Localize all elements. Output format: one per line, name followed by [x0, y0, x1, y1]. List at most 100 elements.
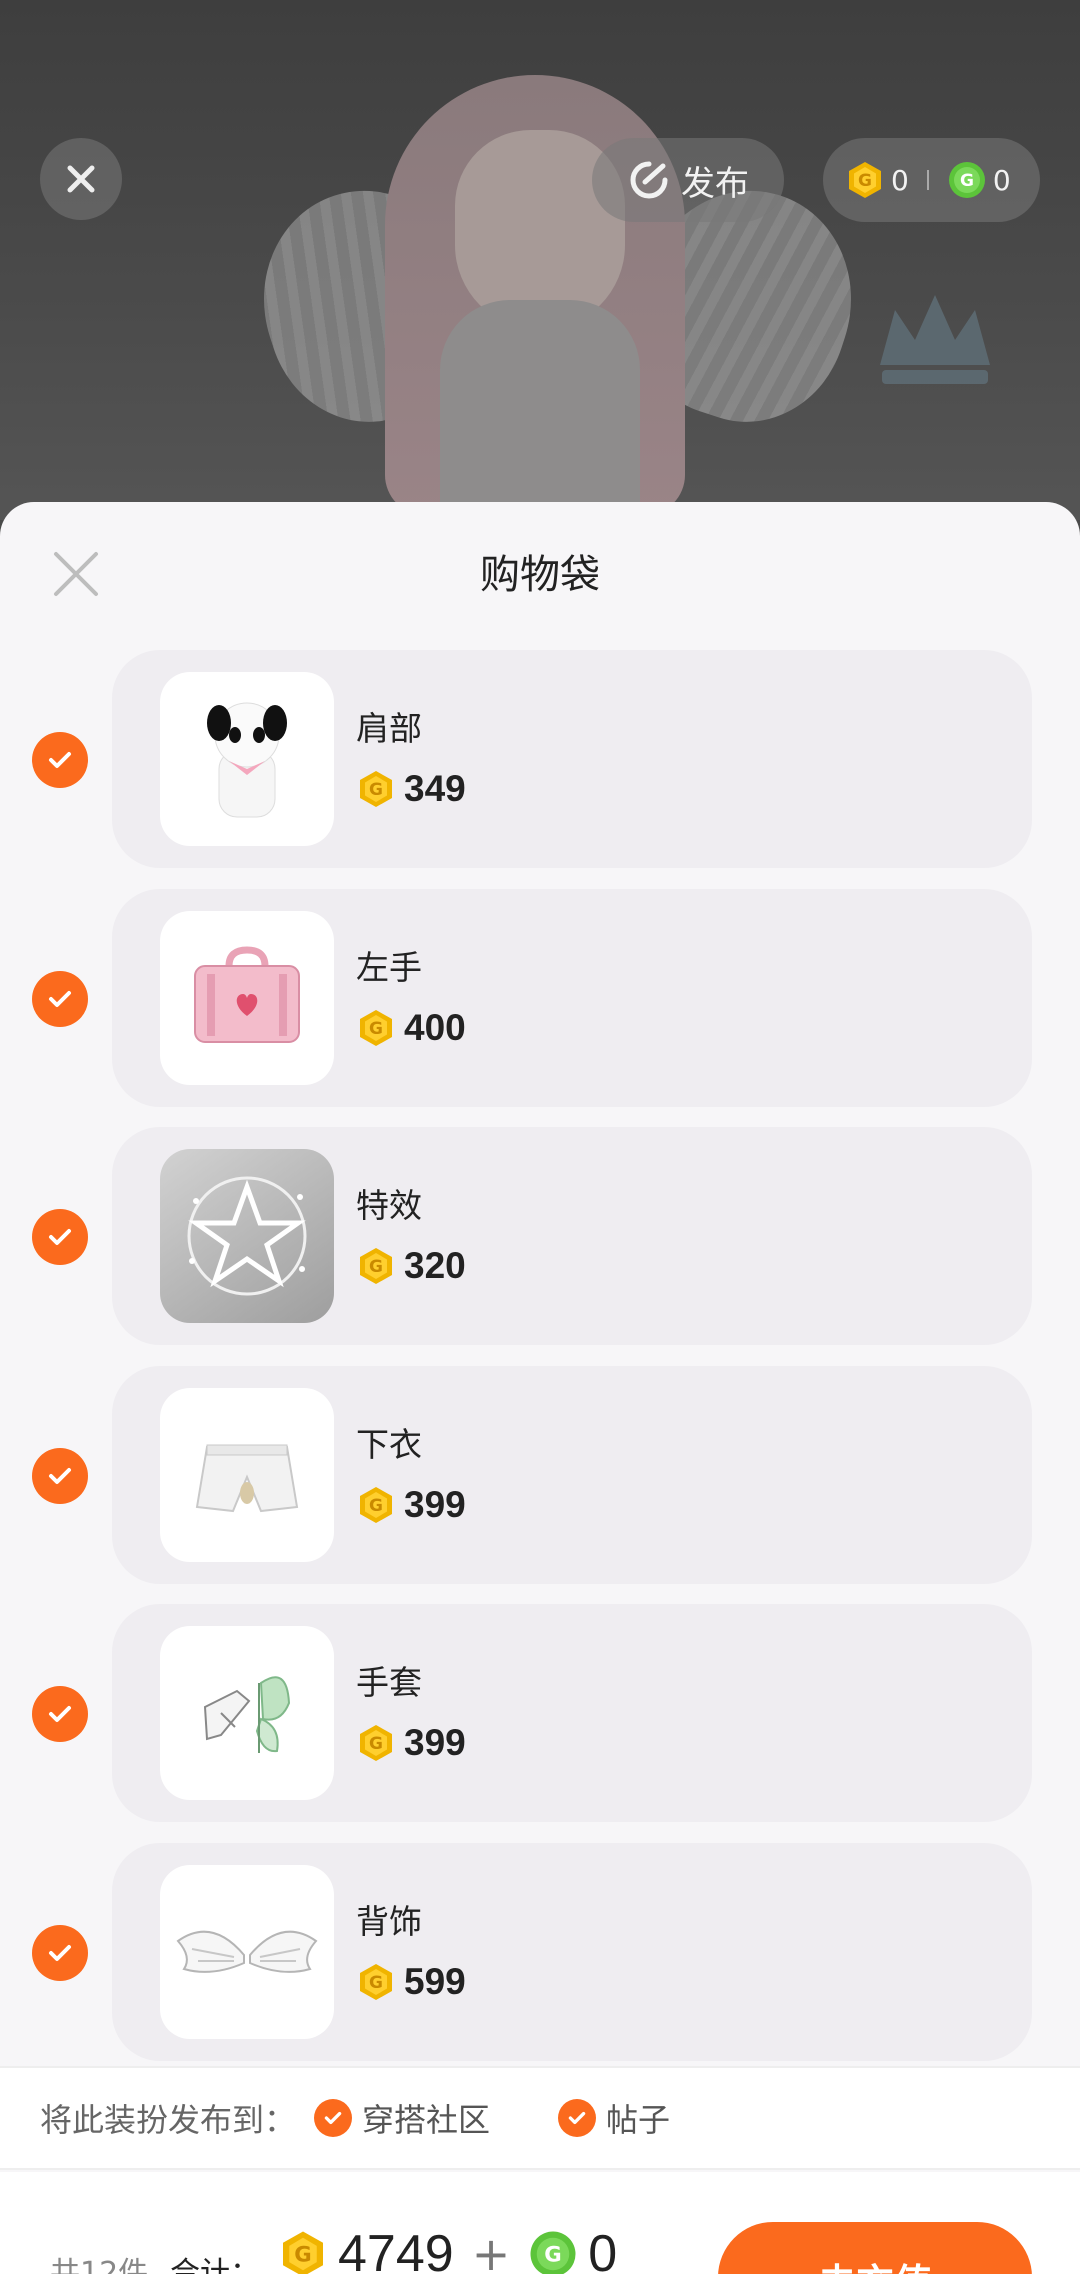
option-label: 帖子 — [606, 2101, 671, 2139]
price-value: 399 — [404, 1484, 466, 1525]
gold-coin-icon: G — [849, 162, 881, 198]
option-checkbox[interactable] — [314, 2099, 353, 2137]
checkmark-icon — [49, 752, 71, 768]
close-icon — [67, 165, 95, 193]
total-amount: G 4749 + G 0 — [278, 2224, 617, 2274]
item-thumbnail — [160, 1865, 334, 2039]
checkout-footer: 共12件 合计： G 4749 + G 0 去充值 — [0, 2172, 1080, 2274]
shopping-bag-sheet: 购物袋 肩部 G 349 左手 G 400 特效 G 320 下衣 G 399 … — [0, 502, 1080, 2274]
item-thumbnail — [160, 672, 334, 846]
sheet-title: 购物袋 — [480, 552, 600, 598]
item-card[interactable]: 特效 G 320 — [112, 1127, 1032, 1345]
svg-text:G: G — [369, 780, 383, 800]
item-thumbnail — [160, 911, 334, 1085]
angel-wings-image — [176, 1930, 318, 1973]
item-card[interactable]: 下衣 G 399 — [112, 1366, 1032, 1584]
item-name: 下衣 — [356, 1425, 422, 1464]
divider — [926, 170, 929, 190]
price-value: 320 — [404, 1245, 466, 1286]
gold-coin-icon: G — [360, 1487, 392, 1523]
bag-item: 下衣 G 399 — [0, 1366, 1080, 1584]
item-thumbnail — [160, 1626, 334, 1800]
svg-text:G: G — [369, 1019, 383, 1039]
item-card[interactable]: 左手 G 400 — [112, 889, 1032, 1107]
avatar-dress — [440, 300, 640, 520]
checkmark-icon — [324, 2111, 342, 2125]
crown-logo-icon — [880, 295, 990, 384]
item-price: G 320 — [356, 1245, 466, 1287]
butterfly-glove-image — [203, 1676, 291, 1753]
item-checkbox[interactable] — [32, 1209, 88, 1265]
price-value: 349 — [404, 768, 466, 809]
item-price: G 400 — [356, 1007, 466, 1049]
publish-to-label: 将此装扮发布到： — [40, 2101, 297, 2139]
recharge-button[interactable]: 去充值 — [718, 2222, 1032, 2274]
star-effect-image — [187, 1176, 307, 1296]
avatar-preview-scene — [0, 0, 1080, 520]
publish-icon — [630, 161, 668, 199]
item-price: G 349 — [356, 768, 466, 810]
svg-text:G: G — [369, 1496, 383, 1516]
price-value: 599 — [404, 1961, 466, 2002]
publish-option-community[interactable]: 穿搭社区 — [314, 2095, 490, 2141]
svg-text:G: G — [369, 1257, 383, 1277]
checkmark-icon — [49, 1468, 71, 1484]
item-checkbox[interactable] — [32, 1925, 88, 1981]
item-name: 特效 — [356, 1186, 422, 1225]
item-thumbnail — [160, 1388, 334, 1562]
green-coin-icon: G — [530, 2231, 576, 2274]
gold-coin-icon: G — [360, 771, 392, 807]
item-name: 手套 — [356, 1663, 422, 1702]
bag-item: 特效 G 320 — [0, 1127, 1080, 1345]
svg-text:G: G — [545, 2243, 562, 2268]
bag-item: 肩部 G 349 — [0, 650, 1080, 868]
price-value: 399 — [404, 1722, 466, 1763]
svg-text:G: G — [369, 1734, 383, 1754]
item-thumbnail — [160, 1149, 334, 1323]
green-coin-icon: G — [948, 162, 985, 198]
item-checkbox[interactable] — [32, 732, 88, 788]
svg-text:G: G — [369, 1973, 383, 1993]
bag-item: 背饰 G 599 — [0, 1843, 1080, 2061]
item-card[interactable]: 背饰 G 599 — [112, 1843, 1032, 2061]
publish-option-post[interactable]: 帖子 — [558, 2095, 670, 2141]
item-name: 肩部 — [356, 709, 422, 748]
gold-coin-icon: G — [360, 1010, 392, 1046]
checkmark-icon — [49, 1945, 71, 1961]
close-preview-button[interactable] — [40, 138, 122, 220]
sheet-header: 购物袋 — [0, 502, 1080, 632]
publish-button[interactable]: 发布 — [592, 138, 784, 222]
price-value: 400 — [404, 1007, 466, 1048]
green-total: 0 — [588, 2225, 618, 2274]
item-card[interactable]: 肩部 G 349 — [112, 650, 1032, 868]
svg-text:G: G — [960, 171, 974, 191]
gold-coin-icon: G — [283, 2231, 323, 2274]
bag-item: 左手 G 400 — [0, 889, 1080, 1107]
item-checkbox[interactable] — [32, 1686, 88, 1742]
total-label: 合计： — [170, 2256, 260, 2274]
item-name: 左手 — [356, 948, 422, 987]
item-price: G 399 — [356, 1722, 466, 1764]
bag-item: 手套 G 399 — [0, 1604, 1080, 1822]
item-price: G 599 — [356, 1961, 466, 2003]
publish-to-bar: 将此装扮发布到： 穿搭社区 帖子 — [0, 2066, 1080, 2170]
gold-coin-icon: G — [360, 1964, 392, 2000]
item-card[interactable]: 手套 G 399 — [112, 1604, 1032, 1822]
item-checkbox[interactable] — [32, 1448, 88, 1504]
gold-coin-icon: G — [360, 1725, 392, 1761]
item-checkbox[interactable] — [32, 971, 88, 1027]
checkmark-icon — [49, 991, 71, 1007]
svg-text:G: G — [294, 2243, 311, 2268]
checkmark-icon — [568, 2111, 586, 2125]
gold-total: 4749 — [338, 2225, 454, 2274]
panda-plush-image — [207, 702, 287, 818]
white-shorts-image — [195, 1444, 299, 1513]
gold-balance: 0 — [891, 163, 909, 197]
green-balance: 0 — [992, 163, 1011, 197]
currency-balance[interactable]: G 0 G 0 — [823, 138, 1040, 222]
item-count: 共12件 — [50, 2256, 149, 2274]
item-price: G 399 — [356, 1484, 466, 1526]
option-label: 穿搭社区 — [362, 2101, 491, 2139]
option-checkbox[interactable] — [558, 2099, 597, 2137]
gold-coin-icon: G — [360, 1248, 392, 1284]
